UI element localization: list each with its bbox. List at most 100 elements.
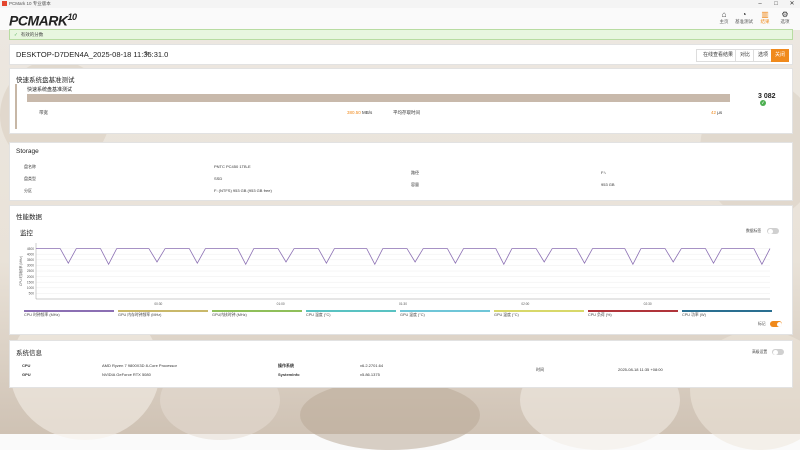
check-icon: ✓ — [14, 32, 18, 37]
time-label: 时间 — [536, 367, 544, 372]
partition-label: 分区 — [24, 188, 32, 193]
home-icon: ⌂ — [721, 10, 727, 19]
x-tick-label: 01:00 — [277, 302, 285, 306]
edit-icon[interactable]: ✎ — [144, 50, 150, 58]
legend-item[interactable]: GPU 内存时钟频率 (MHz) — [118, 310, 208, 318]
quick-section-title: 快速系统盘基准测试 — [16, 77, 75, 84]
sysinfo-title: 系统信息 — [16, 350, 42, 357]
y-tick-label: 1500 — [27, 280, 34, 284]
y-tick-label: 1000 — [27, 286, 34, 290]
legend-item[interactable]: GPU 温度 (°C) — [400, 310, 490, 318]
chart-svg: 45004000 3500 30002500 20001500 1000 500 CPU 时… — [18, 243, 771, 306]
nav-results[interactable]: ▥ 结果 — [754, 10, 776, 25]
legend-item[interactable]: CPU 温度 (°C) — [306, 310, 396, 318]
nav-options[interactable]: ⚙ 选项 — [774, 10, 796, 25]
gpu-value: NVIDIA GeForce RTX 5080 — [102, 372, 151, 377]
legend-swatch — [400, 310, 490, 312]
view-online-button[interactable]: 在线查看结果 — [696, 49, 740, 62]
x-tick-label: 02:00 — [521, 302, 529, 306]
systeminfo-label: SystemInfo — [278, 372, 300, 377]
window-titlebar: PCMark 10 专业版本 – □ ✕ — [0, 0, 800, 8]
partition-value: F: (NTFS) 953 GB (953 GB free) — [214, 188, 272, 193]
data-labels-toggle[interactable] — [767, 228, 779, 234]
data-labels-toggle-label: 数据标签 — [746, 229, 762, 233]
markers-toggle[interactable] — [770, 321, 782, 327]
brand-logo: PCMARK10 — [9, 12, 77, 29]
legend-label: GPU 温度 (°C) — [400, 312, 425, 317]
legend-swatch — [494, 310, 584, 312]
legend-item[interactable]: CPU 负荷 (%) — [588, 310, 678, 318]
advanced-toggle[interactable] — [772, 349, 784, 355]
y-tick-label: 4500 — [27, 247, 34, 251]
legend-swatch — [306, 310, 396, 312]
nav-home[interactable]: ⌂ 主页 — [713, 10, 735, 25]
maximize-icon[interactable]: □ — [768, 0, 784, 8]
nav-benchmarks[interactable]: ◔ 基准测试 — [733, 10, 755, 25]
close-button[interactable]: 关闭 — [771, 49, 789, 62]
quick-benchmark-card: 快速系统盘基准测试 快速系统盘基准测试 3 082✓ 带宽 380.50 MB/… — [9, 68, 793, 134]
y-tick-label: 2000 — [27, 275, 34, 279]
y-tick-label: 4000 — [27, 252, 34, 256]
check-circle-icon: ✓ — [760, 100, 766, 107]
compare-button[interactable]: 对比 — [735, 49, 755, 62]
latency-label: 平均存取时间 — [393, 110, 420, 115]
gauge-icon: ◔ — [741, 10, 747, 19]
drive-name-value: PNTC PC450 1TB-E — [214, 164, 251, 169]
capacity-label: 容量 — [411, 182, 419, 187]
drive-type-label: 盘类型 — [24, 176, 36, 181]
y-tick-label: 2500 — [27, 269, 34, 273]
x-tick-label: 02:30 — [644, 302, 652, 306]
y-tick-label: 3000 — [27, 264, 34, 268]
legend-label: GPU内核时钟 (MHz) — [212, 312, 247, 317]
legend-swatch — [682, 310, 772, 312]
perf-title: 性能数据 — [16, 214, 42, 221]
x-tick-label: 00:30 — [154, 302, 162, 306]
os-value: v6.2.2701.64 — [360, 363, 384, 368]
score-value: 3 082✓ — [758, 93, 776, 107]
minimize-icon[interactable]: – — [752, 0, 768, 8]
quick-result-panel: 快速系统盘基准测试 3 082✓ 带宽 380.50 MB/s 平均存取时间 4… — [15, 84, 783, 129]
legend-label: CPU 温度 (°C) — [306, 312, 331, 317]
legend-label: CPU 功率 (W) — [682, 312, 706, 317]
quick-label: 快速系统盘基准测试 — [27, 87, 73, 93]
path-label: 路径 — [411, 170, 419, 175]
bandwidth-value: 380.50 MB/s — [347, 110, 373, 115]
app-header: PCMARK10 ⌂ 主页 ◔ 基准测试 ▥ 结果 ⚙ 选项 — [0, 8, 800, 30]
options-button[interactable]: 选项 — [753, 49, 773, 62]
legend-item[interactable]: CPU 功率 (W) — [682, 310, 772, 318]
storage-title: Storage — [16, 148, 39, 155]
bandwidth-label: 带宽 — [39, 110, 48, 115]
os-label: 操作系统 — [278, 363, 294, 368]
capacity-value: 953 GB — [601, 182, 615, 187]
legend-label: GPU 内存时钟频率 (MHz) — [118, 312, 162, 317]
monitor-title: 监控 — [20, 230, 33, 237]
y-tick-label: 500 — [29, 292, 35, 296]
legend-label: CPU 时钟频率 (MHz) — [24, 312, 60, 317]
valid-score-notice: ✓ 有效的分数 — [9, 29, 793, 40]
legend-item[interactable]: CPU 时钟频率 (MHz) — [24, 310, 114, 318]
advanced-toggle-label: 高级设置 — [752, 350, 768, 354]
time-value: 2025-08-18 11:35 +08:00 — [618, 367, 663, 372]
legend-label: CPU 负荷 (%) — [588, 312, 612, 317]
app-logo-icon — [2, 1, 7, 6]
legend-item[interactable]: GPU内核时钟 (MHz) — [212, 310, 302, 318]
markers-toggle-label: 标记 — [758, 322, 766, 326]
close-icon[interactable]: ✕ — [784, 0, 800, 8]
window-title: PCMark 10 专业版本 — [9, 1, 51, 6]
system-info-card: 系统信息 高级设置 CPU AMD Ryzen 7 9800X3D 8-Core… — [9, 340, 793, 388]
cpu-label: CPU — [22, 363, 31, 368]
systeminfo-value: v5.86.1375 — [360, 372, 380, 377]
y-tick-label: 3500 — [27, 258, 34, 262]
y-axis-label: CPU 时钟频率 (MHz) — [18, 256, 23, 286]
x-tick-label: 01:30 — [399, 302, 407, 306]
series-line-cpu-clock — [36, 248, 771, 266]
bar-chart-icon: ▥ — [761, 10, 769, 19]
drive-type-value: SSD — [214, 176, 223, 181]
legend-item[interactable]: GPU 温度 (°C) — [494, 310, 584, 318]
storage-card: Storage 盘名称 PNTC PC450 1TB-E 盘类型 SSD 分区 … — [9, 142, 793, 201]
legend-swatch — [212, 310, 302, 312]
cpu-value: AMD Ryzen 7 9800X3D 8-Core Processor — [102, 363, 177, 368]
performance-card: 性能数据 监控 数据标签 4500 4000 3500 3000 2500 2000 150… — [9, 205, 793, 335]
legend-swatch — [24, 310, 114, 312]
path-value: F:\ — [601, 170, 606, 175]
